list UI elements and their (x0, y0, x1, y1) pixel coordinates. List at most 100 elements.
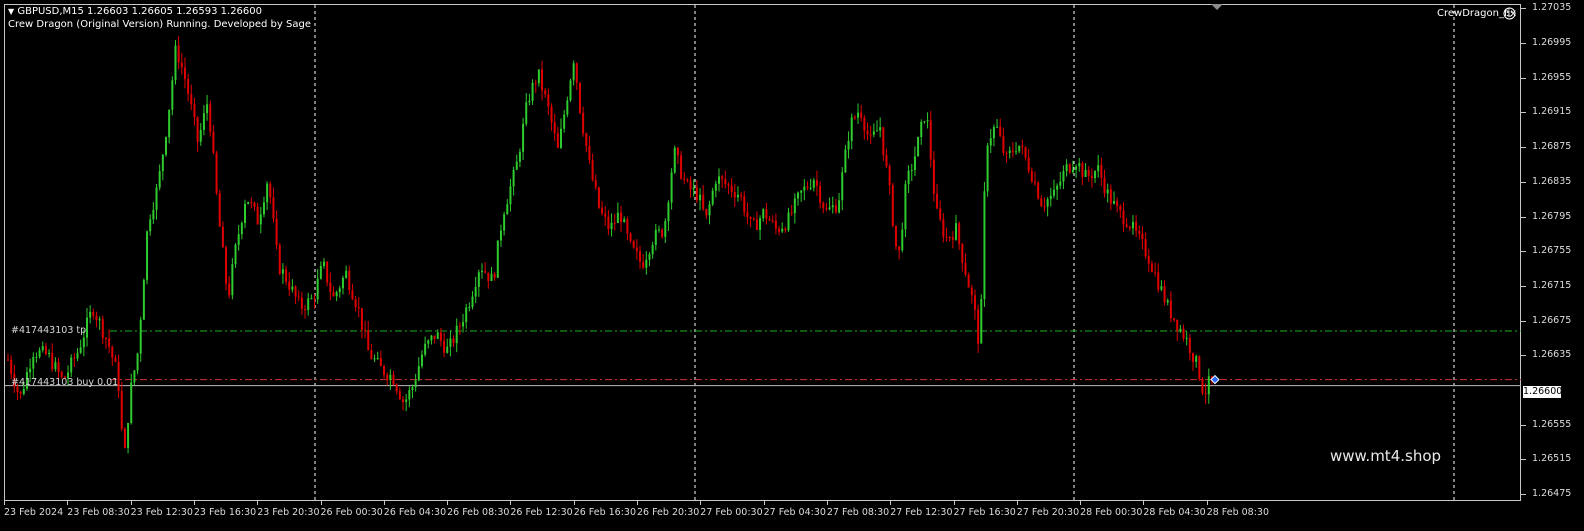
candle-body (1150, 263, 1153, 272)
candle-body (616, 212, 619, 223)
candle-body (1097, 165, 1100, 172)
candle-body (651, 244, 654, 255)
candle-body (1109, 189, 1112, 204)
candle-body (686, 179, 689, 181)
candle-body (512, 169, 515, 187)
candle-body (196, 117, 199, 142)
candle-body (187, 79, 190, 95)
candle-body (1166, 300, 1169, 303)
time-tick-mark (1080, 501, 1082, 505)
candle-body (165, 137, 167, 155)
candle-body (926, 120, 929, 122)
time-tick-mark (1206, 501, 1208, 505)
candle-body (73, 357, 76, 359)
time-tick-label: 27 Feb 00:30 (700, 507, 763, 518)
candle-body (578, 82, 581, 113)
candle-body (247, 202, 250, 204)
candle-body (917, 136, 920, 157)
candle-body (793, 198, 796, 214)
candle-body (1113, 200, 1115, 204)
candle-body (888, 166, 891, 186)
candle-body (506, 204, 509, 215)
candle-body (901, 229, 904, 251)
candle-body (433, 335, 436, 339)
candle-body (221, 226, 224, 248)
candle-body (82, 337, 85, 348)
candle-body (262, 202, 265, 215)
candle-body (351, 290, 354, 300)
candle-body (1008, 150, 1011, 153)
candle-body (319, 266, 322, 279)
candle-body (259, 214, 262, 225)
candle-body (891, 185, 894, 226)
time-tick-mark (130, 501, 132, 505)
candle-body (838, 200, 841, 213)
candle-body (1024, 147, 1027, 158)
candle-body (376, 357, 379, 359)
candle-body (127, 423, 130, 448)
candle-body (1188, 337, 1191, 354)
smiley-icon[interactable] (1503, 7, 1516, 20)
candle-body (89, 311, 92, 318)
candle-body (60, 371, 63, 377)
candle-body (142, 280, 145, 320)
candle-body (714, 183, 717, 191)
candle-body (955, 223, 957, 240)
candle-body (673, 147, 676, 173)
candle-body (234, 244, 237, 265)
candle-body (307, 298, 310, 311)
price-tick-label: 1.26715 (1532, 279, 1572, 291)
candle-body (269, 183, 272, 198)
time-tick-mark (193, 501, 195, 505)
price-tick-label: 1.26915 (1532, 106, 1572, 118)
candle-body (95, 315, 98, 321)
dropdown-triangle-icon[interactable]: ▼ (8, 7, 14, 16)
candle-body (803, 186, 806, 191)
price-tick-mark (1521, 147, 1526, 149)
price-tick-label: 1.26555 (1532, 418, 1572, 430)
chart-window[interactable]: ▼ GBPUSD,M15 1.26603 1.26605 1.26593 1.2… (0, 0, 1584, 531)
candle-body (1084, 169, 1087, 177)
time-tick-label: 23 Feb 2024 (4, 507, 64, 518)
price-tick-mark (1521, 251, 1526, 253)
candle-body (1160, 286, 1163, 290)
candle-body (834, 205, 837, 213)
candle-body (847, 141, 850, 150)
candle-body (341, 277, 344, 289)
candle-body (174, 45, 177, 81)
candle-body (19, 391, 22, 394)
time-tick-mark (953, 501, 955, 505)
candle-body (436, 332, 439, 339)
candle-body (1103, 177, 1106, 194)
candle-body (357, 307, 360, 309)
candle-body (569, 80, 572, 101)
time-tick-label: 27 Feb 04:30 (763, 507, 826, 518)
candle-body (291, 286, 294, 290)
candle-body (430, 335, 433, 341)
watermark-text[interactable]: www.mt4.shop (1330, 447, 1441, 465)
candle-body (755, 219, 758, 230)
candle-body (1144, 239, 1147, 257)
candle-body (534, 82, 537, 84)
candle-body (471, 296, 474, 307)
scroll-marker-icon[interactable] (1211, 4, 1223, 10)
ea-status-text: Crew Dragon (Original Version) Running. … (8, 19, 311, 30)
candle-body (1043, 206, 1046, 208)
candle-body (857, 112, 860, 118)
candle-body (879, 127, 882, 131)
candle-body (411, 387, 414, 391)
candle-body (1169, 300, 1172, 318)
candle-body (468, 306, 471, 308)
candle-body (455, 325, 458, 344)
candle-body (474, 286, 477, 297)
candle-body (1195, 356, 1198, 362)
candle-body (114, 357, 117, 362)
candle-body (278, 245, 281, 274)
candle-body (866, 130, 869, 135)
candle-body (1122, 210, 1125, 225)
candle-body (642, 261, 645, 268)
candle-body (765, 209, 768, 219)
candle-body (57, 362, 60, 372)
candle-body (639, 251, 641, 262)
time-tick-label: 28 Feb 04:30 (1143, 507, 1206, 518)
